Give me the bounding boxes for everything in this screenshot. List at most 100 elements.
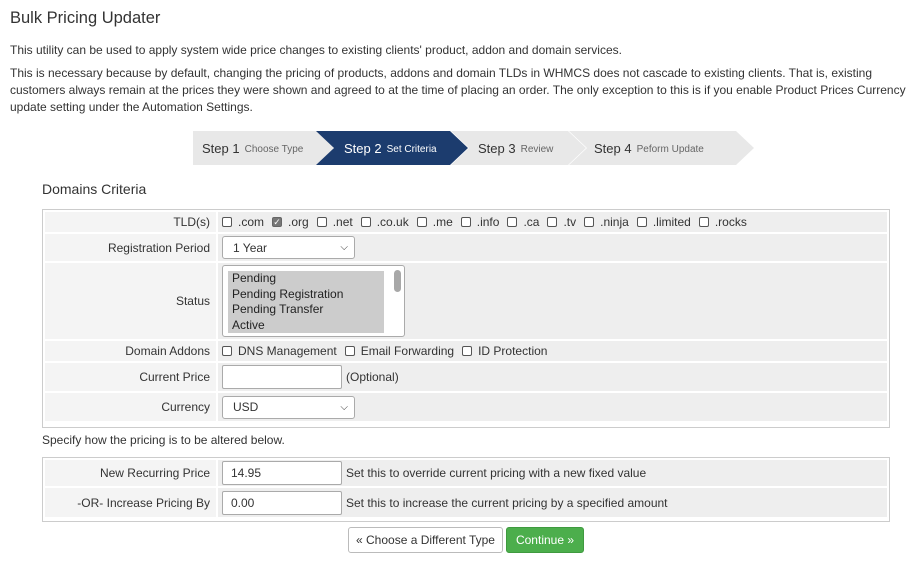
period-row: Registration Period 1 Year ⌵ <box>45 234 887 263</box>
chevron-down-icon: ⌵ <box>340 401 348 413</box>
increase-label: -OR- Increase Pricing By <box>45 488 216 517</box>
alter-form: New Recurring Price 14.95 Set this to ov… <box>42 457 890 522</box>
checkbox-icon[interactable] <box>698 217 709 227</box>
currency-row: Currency USD ⌵ <box>45 393 887 421</box>
addon-label: Email Forwarding <box>360 344 455 358</box>
new-price-label: New Recurring Price <box>45 460 216 486</box>
step-4-label: Step 4 <box>594 140 632 156</box>
period-label: Registration Period <box>45 234 216 261</box>
step-2-label: Step 2 <box>344 140 382 156</box>
choose-different-type-button[interactable]: « Choose a Different Type <box>348 527 503 553</box>
continue-button[interactable]: Continue » <box>506 527 584 553</box>
checkbox-icon[interactable] <box>547 217 558 227</box>
checkbox-icon[interactable] <box>636 217 647 227</box>
step-1: Step 1 Choose Type <box>193 131 333 165</box>
tld-label: .co.uk <box>376 215 409 229</box>
status-option-pending[interactable]: Pending <box>228 271 384 287</box>
tld-checkbox-co-uk[interactable]: .co.uk <box>360 215 409 229</box>
addons-checkboxes: DNS Management Email Forwarding ID Protect… <box>218 341 887 361</box>
step-4: Step 4 Peform Update <box>569 131 754 165</box>
checkbox-icon[interactable] <box>460 217 471 227</box>
section-title: Domains Criteria <box>42 181 147 197</box>
tld-label: .info <box>476 215 500 229</box>
currency-label: Currency <box>45 393 216 421</box>
currency-value: USD <box>233 400 259 414</box>
tld-checkbox-com[interactable]: .com <box>222 215 264 229</box>
step-3: Step 3 Review <box>451 131 586 165</box>
new-price-input[interactable]: 14.95 <box>222 461 342 485</box>
increase-row: -OR- Increase Pricing By 0.00 Set this t… <box>45 488 887 517</box>
tld-label: .com <box>238 215 265 229</box>
checkbox-icon[interactable] <box>222 217 232 227</box>
addon-label: DNS Management <box>238 344 337 358</box>
step-3-sub: Review <box>520 143 554 155</box>
increase-input[interactable]: 0.00 <box>222 490 342 515</box>
tld-label: .ca <box>523 215 540 229</box>
step-4-sub: Peform Update <box>636 143 704 155</box>
step-1-label: Step 1 <box>202 140 240 156</box>
current-price-label: Current Price <box>45 363 216 391</box>
addon-checkbox-dns-management[interactable]: DNS Management <box>222 344 337 358</box>
alter-intro: Specify how the pricing is to be altered… <box>42 433 285 447</box>
tld-label: .org <box>288 215 309 229</box>
listbox-scrollbar[interactable] <box>394 270 401 292</box>
step-1-sub: Choose Type <box>244 143 304 155</box>
tld-checkbox-me[interactable]: .me <box>416 215 453 229</box>
status-option-pending-registration[interactable]: Pending Registration <box>228 286 384 302</box>
tld-checkbox-org[interactable]: ✓ .org <box>272 215 309 229</box>
explanation-text: This is necessary because by default, ch… <box>10 66 906 114</box>
tld-label: .net <box>332 215 353 229</box>
step-3-label: Step 3 <box>478 140 516 156</box>
increase-hint: Set this to increase the current pricing… <box>346 495 668 510</box>
page-title: Bulk Pricing Updater <box>10 9 161 27</box>
checkbox-icon[interactable] <box>462 346 473 356</box>
checkbox-icon[interactable] <box>222 346 232 356</box>
addons-row: Domain Addons DNS Management Email Forwar… <box>45 341 887 363</box>
tld-checkboxes: .com ✓ .org .net .co.uk .me .info .ca .tv .ninja.… <box>218 212 887 232</box>
addons-label: Domain Addons <box>45 341 216 361</box>
step-2-active: Step 2 Set Criteria <box>316 131 468 165</box>
tld-label: .ninja <box>600 215 629 229</box>
current-price-hint: (Optional) <box>346 370 399 384</box>
tld-label: .me <box>432 215 453 229</box>
criteria-form: TLD(s) .com ✓ .org .net .co.uk .me .info .ca .tv… <box>42 209 890 428</box>
tld-checkbox-rocks[interactable]: .rocks <box>698 215 747 229</box>
new-price-row: New Recurring Price 14.95 Set this to ov… <box>45 460 887 488</box>
checkbox-checked-icon[interactable]: ✓ <box>272 217 283 227</box>
checkbox-icon[interactable] <box>316 217 327 227</box>
period-value: 1 Year <box>233 240 268 255</box>
addon-checkbox-id-protection[interactable]: ID Protection <box>462 344 547 358</box>
status-option-active[interactable]: Active <box>228 317 384 333</box>
chevron-down-icon: ⌵ <box>340 242 348 253</box>
status-option-pending-transfer[interactable]: Pending Transfer <box>228 302 384 318</box>
tld-checkbox-ca[interactable]: .ca <box>507 215 539 229</box>
checkbox-icon[interactable] <box>360 217 371 227</box>
step-wizard: Step 1 Choose Type Step 2 Set Criteria S… <box>193 131 763 165</box>
current-price-input[interactable] <box>222 365 342 389</box>
status-row: Status Pending Pending Registration Pend… <box>45 263 887 341</box>
addon-label: ID Protection <box>478 344 548 358</box>
current-price-row: Current Price (Optional) <box>45 363 887 393</box>
tld-checkbox-tv[interactable]: .tv <box>547 215 576 229</box>
checkbox-icon[interactable] <box>584 217 595 227</box>
tld-label: .limited <box>652 215 691 229</box>
status-listbox[interactable]: Pending Pending Registration Pending Tra… <box>222 265 405 337</box>
new-price-hint: Set this to override current pricing wit… <box>346 466 647 480</box>
tld-checkbox-info[interactable]: .info <box>460 215 500 229</box>
step-2-sub: Set Criteria <box>386 143 437 155</box>
addon-checkbox-email-forwarding[interactable]: Email Forwarding <box>344 344 455 358</box>
intro-text: This utility can be used to apply system… <box>10 43 622 57</box>
tld-checkbox-limited[interactable]: .limited <box>636 215 691 229</box>
checkbox-icon[interactable] <box>344 346 355 356</box>
tld-label: .tv <box>563 215 577 229</box>
checkbox-icon[interactable] <box>507 217 518 227</box>
currency-select[interactable]: USD ⌵ <box>222 395 355 419</box>
registration-period-select[interactable]: 1 Year ⌵ <box>222 236 355 259</box>
checkbox-icon[interactable] <box>416 217 427 227</box>
tld-checkbox-net[interactable]: .net <box>316 215 353 229</box>
status-label: Status <box>45 263 216 339</box>
tld-checkbox-ninja[interactable]: .ninja <box>584 215 629 229</box>
tld-label: TLD(s) <box>45 212 216 232</box>
tld-label: .rocks <box>714 215 747 229</box>
tld-row: TLD(s) .com ✓ .org .net .co.uk .me .info .ca .tv… <box>45 212 887 234</box>
